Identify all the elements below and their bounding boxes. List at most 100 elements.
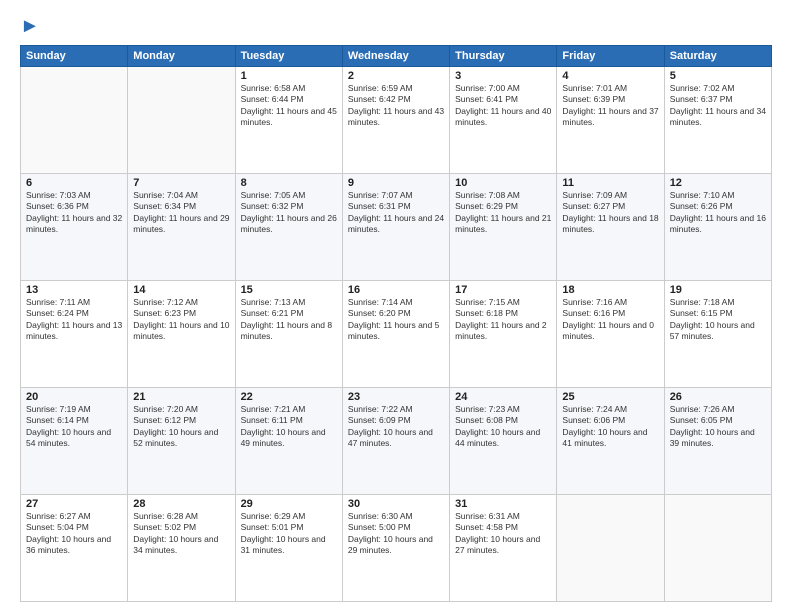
calendar-cell: 7Sunrise: 7:04 AM Sunset: 6:34 PM Daylig… <box>128 174 235 281</box>
day-info: Sunrise: 6:28 AM Sunset: 5:02 PM Dayligh… <box>133 511 229 557</box>
calendar-cell: 16Sunrise: 7:14 AM Sunset: 6:20 PM Dayli… <box>342 281 449 388</box>
day-info: Sunrise: 6:31 AM Sunset: 4:58 PM Dayligh… <box>455 511 551 557</box>
day-number: 28 <box>133 498 229 510</box>
page: ► SundayMondayTuesdayWednesdayThursdayFr… <box>0 0 792 612</box>
calendar-table: SundayMondayTuesdayWednesdayThursdayFrid… <box>20 45 772 602</box>
day-number: 26 <box>670 391 766 403</box>
day-info: Sunrise: 7:16 AM Sunset: 6:16 PM Dayligh… <box>562 297 658 343</box>
day-number: 4 <box>562 70 658 82</box>
calendar-cell: 12Sunrise: 7:10 AM Sunset: 6:26 PM Dayli… <box>664 174 771 281</box>
calendar-cell: 11Sunrise: 7:09 AM Sunset: 6:27 PM Dayli… <box>557 174 664 281</box>
calendar-cell: 24Sunrise: 7:23 AM Sunset: 6:08 PM Dayli… <box>450 388 557 495</box>
day-info: Sunrise: 7:02 AM Sunset: 6:37 PM Dayligh… <box>670 83 766 129</box>
calendar-week-4: 20Sunrise: 7:19 AM Sunset: 6:14 PM Dayli… <box>21 388 772 495</box>
day-number: 19 <box>670 284 766 296</box>
calendar-cell: 13Sunrise: 7:11 AM Sunset: 6:24 PM Dayli… <box>21 281 128 388</box>
day-number: 15 <box>241 284 337 296</box>
day-number: 7 <box>133 177 229 189</box>
calendar-cell: 22Sunrise: 7:21 AM Sunset: 6:11 PM Dayli… <box>235 388 342 495</box>
weekday-header-saturday: Saturday <box>664 46 771 67</box>
day-number: 5 <box>670 70 766 82</box>
calendar-cell: 31Sunrise: 6:31 AM Sunset: 4:58 PM Dayli… <box>450 495 557 602</box>
day-info: Sunrise: 7:12 AM Sunset: 6:23 PM Dayligh… <box>133 297 229 343</box>
day-number: 9 <box>348 177 444 189</box>
calendar-cell <box>557 495 664 602</box>
calendar-cell <box>664 495 771 602</box>
weekday-header-friday: Friday <box>557 46 664 67</box>
calendar-cell: 10Sunrise: 7:08 AM Sunset: 6:29 PM Dayli… <box>450 174 557 281</box>
day-number: 14 <box>133 284 229 296</box>
day-number: 11 <box>562 177 658 189</box>
logo: ► <box>20 15 40 37</box>
calendar-cell: 2Sunrise: 6:59 AM Sunset: 6:42 PM Daylig… <box>342 67 449 174</box>
day-info: Sunrise: 7:15 AM Sunset: 6:18 PM Dayligh… <box>455 297 551 343</box>
day-info: Sunrise: 7:08 AM Sunset: 6:29 PM Dayligh… <box>455 190 551 236</box>
calendar-cell: 19Sunrise: 7:18 AM Sunset: 6:15 PM Dayli… <box>664 281 771 388</box>
day-info: Sunrise: 7:05 AM Sunset: 6:32 PM Dayligh… <box>241 190 337 236</box>
day-info: Sunrise: 6:30 AM Sunset: 5:00 PM Dayligh… <box>348 511 444 557</box>
calendar-cell: 23Sunrise: 7:22 AM Sunset: 6:09 PM Dayli… <box>342 388 449 495</box>
day-number: 24 <box>455 391 551 403</box>
weekday-header-monday: Monday <box>128 46 235 67</box>
calendar-cell: 14Sunrise: 7:12 AM Sunset: 6:23 PM Dayli… <box>128 281 235 388</box>
calendar-cell: 1Sunrise: 6:58 AM Sunset: 6:44 PM Daylig… <box>235 67 342 174</box>
calendar-cell: 20Sunrise: 7:19 AM Sunset: 6:14 PM Dayli… <box>21 388 128 495</box>
header: ► <box>20 15 772 37</box>
day-info: Sunrise: 6:58 AM Sunset: 6:44 PM Dayligh… <box>241 83 337 129</box>
calendar-cell <box>21 67 128 174</box>
calendar-cell: 9Sunrise: 7:07 AM Sunset: 6:31 PM Daylig… <box>342 174 449 281</box>
day-number: 6 <box>26 177 122 189</box>
day-info: Sunrise: 7:10 AM Sunset: 6:26 PM Dayligh… <box>670 190 766 236</box>
day-number: 12 <box>670 177 766 189</box>
day-number: 23 <box>348 391 444 403</box>
day-number: 25 <box>562 391 658 403</box>
day-info: Sunrise: 7:01 AM Sunset: 6:39 PM Dayligh… <box>562 83 658 129</box>
calendar-cell: 27Sunrise: 6:27 AM Sunset: 5:04 PM Dayli… <box>21 495 128 602</box>
day-info: Sunrise: 7:24 AM Sunset: 6:06 PM Dayligh… <box>562 404 658 450</box>
calendar-cell: 29Sunrise: 6:29 AM Sunset: 5:01 PM Dayli… <box>235 495 342 602</box>
day-number: 17 <box>455 284 551 296</box>
calendar-cell: 3Sunrise: 7:00 AM Sunset: 6:41 PM Daylig… <box>450 67 557 174</box>
day-number: 8 <box>241 177 337 189</box>
calendar-week-3: 13Sunrise: 7:11 AM Sunset: 6:24 PM Dayli… <box>21 281 772 388</box>
day-number: 29 <box>241 498 337 510</box>
weekday-header-sunday: Sunday <box>21 46 128 67</box>
day-number: 30 <box>348 498 444 510</box>
calendar-cell: 21Sunrise: 7:20 AM Sunset: 6:12 PM Dayli… <box>128 388 235 495</box>
logo-icon: ► <box>20 15 40 37</box>
calendar-cell: 17Sunrise: 7:15 AM Sunset: 6:18 PM Dayli… <box>450 281 557 388</box>
calendar-cell: 30Sunrise: 6:30 AM Sunset: 5:00 PM Dayli… <box>342 495 449 602</box>
day-info: Sunrise: 7:13 AM Sunset: 6:21 PM Dayligh… <box>241 297 337 343</box>
day-number: 16 <box>348 284 444 296</box>
calendar-cell: 25Sunrise: 7:24 AM Sunset: 6:06 PM Dayli… <box>557 388 664 495</box>
day-info: Sunrise: 7:11 AM Sunset: 6:24 PM Dayligh… <box>26 297 122 343</box>
calendar-cell: 6Sunrise: 7:03 AM Sunset: 6:36 PM Daylig… <box>21 174 128 281</box>
weekday-header-wednesday: Wednesday <box>342 46 449 67</box>
day-info: Sunrise: 7:19 AM Sunset: 6:14 PM Dayligh… <box>26 404 122 450</box>
calendar-cell: 8Sunrise: 7:05 AM Sunset: 6:32 PM Daylig… <box>235 174 342 281</box>
day-info: Sunrise: 7:14 AM Sunset: 6:20 PM Dayligh… <box>348 297 444 343</box>
calendar-cell <box>128 67 235 174</box>
weekday-header-thursday: Thursday <box>450 46 557 67</box>
day-number: 1 <box>241 70 337 82</box>
day-number: 31 <box>455 498 551 510</box>
calendar-cell: 18Sunrise: 7:16 AM Sunset: 6:16 PM Dayli… <box>557 281 664 388</box>
weekday-header-tuesday: Tuesday <box>235 46 342 67</box>
day-number: 2 <box>348 70 444 82</box>
day-info: Sunrise: 7:00 AM Sunset: 6:41 PM Dayligh… <box>455 83 551 129</box>
calendar-cell: 5Sunrise: 7:02 AM Sunset: 6:37 PM Daylig… <box>664 67 771 174</box>
day-info: Sunrise: 7:03 AM Sunset: 6:36 PM Dayligh… <box>26 190 122 236</box>
day-number: 22 <box>241 391 337 403</box>
day-number: 13 <box>26 284 122 296</box>
calendar-cell: 15Sunrise: 7:13 AM Sunset: 6:21 PM Dayli… <box>235 281 342 388</box>
calendar-cell: 26Sunrise: 7:26 AM Sunset: 6:05 PM Dayli… <box>664 388 771 495</box>
day-info: Sunrise: 7:22 AM Sunset: 6:09 PM Dayligh… <box>348 404 444 450</box>
day-info: Sunrise: 7:04 AM Sunset: 6:34 PM Dayligh… <box>133 190 229 236</box>
calendar-week-5: 27Sunrise: 6:27 AM Sunset: 5:04 PM Dayli… <box>21 495 772 602</box>
calendar-week-2: 6Sunrise: 7:03 AM Sunset: 6:36 PM Daylig… <box>21 174 772 281</box>
day-info: Sunrise: 7:23 AM Sunset: 6:08 PM Dayligh… <box>455 404 551 450</box>
day-number: 18 <box>562 284 658 296</box>
calendar-week-1: 1Sunrise: 6:58 AM Sunset: 6:44 PM Daylig… <box>21 67 772 174</box>
calendar-cell: 28Sunrise: 6:28 AM Sunset: 5:02 PM Dayli… <box>128 495 235 602</box>
weekday-header-row: SundayMondayTuesdayWednesdayThursdayFrid… <box>21 46 772 67</box>
